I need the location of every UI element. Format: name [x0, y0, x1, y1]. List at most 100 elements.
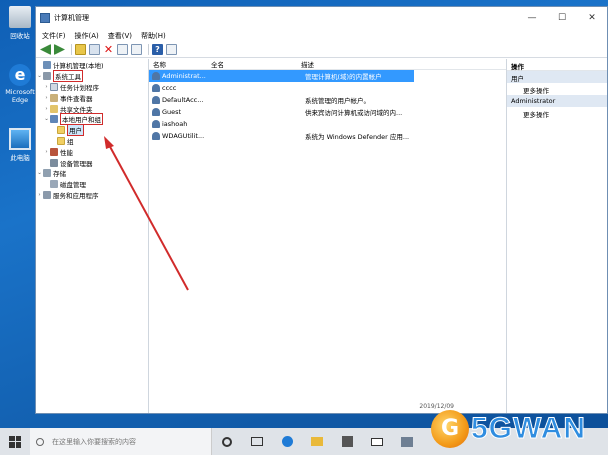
show-hide-tree-icon[interactable]: [89, 44, 100, 55]
cell-name: DefaultAcc...: [162, 96, 204, 104]
user-icon: [152, 108, 160, 116]
tree-label-services-apps: 服务和应用程序: [53, 191, 99, 200]
actions-section-administrator[interactable]: Administrator: [507, 95, 607, 107]
tree-label-task-scheduler: 任务计划程序: [60, 83, 99, 92]
properties-icon[interactable]: [117, 44, 128, 55]
tree-label-storage: 存储: [53, 170, 66, 179]
table-row[interactable]: Guest 供来宾访问计算机或访问域的内...: [149, 106, 506, 118]
table-row[interactable]: cccc: [149, 82, 506, 94]
tree-item-disk-management[interactable]: 磁盘管理: [36, 179, 148, 190]
tree-item-task-scheduler[interactable]: › 任务计划程序: [36, 82, 148, 93]
desktop-this-pc[interactable]: 此电脑: [4, 128, 36, 162]
system-tools-icon: [43, 72, 51, 81]
edge-label: Microsoft Edge: [5, 88, 35, 104]
toolbar-separator: [71, 44, 72, 55]
column-header-description[interactable]: 描述: [297, 59, 506, 69]
taskbar-search[interactable]: 在这里输入你要搜索的内容: [30, 428, 212, 455]
view-icon[interactable]: [166, 44, 177, 55]
tree-item-shared-folders[interactable]: › 共享文件夹: [36, 103, 148, 114]
watermark: G 5GWAN: [431, 406, 606, 452]
tree-item-services-apps[interactable]: › 服务和应用程序: [36, 190, 148, 201]
table-row[interactable]: DefaultAcc... 系统管理的用户帐户。: [149, 94, 506, 106]
event-viewer-icon: [50, 93, 58, 102]
menu-file[interactable]: 文件(F): [42, 31, 66, 41]
tree-label-groups: 组: [67, 137, 74, 146]
chevron-right-icon: ›: [45, 83, 48, 90]
user-list-pane: 名称 全名 描述 Administrat... 管理计算机(域)的内置帐户 cc…: [149, 59, 507, 413]
window-title: 计算机管理: [54, 14, 89, 22]
table-row[interactable]: iashoah: [149, 118, 506, 130]
column-header-name[interactable]: 名称: [149, 59, 207, 69]
column-header-full-name[interactable]: 全名: [207, 59, 297, 69]
table-row[interactable]: Administrat... 管理计算机(域)的内置帐户: [149, 70, 414, 82]
services-apps-icon: [43, 190, 51, 199]
menu-action[interactable]: 操作(A): [75, 31, 99, 41]
tree-item-local-users-groups[interactable]: ⌄ 本地用户和组: [36, 113, 148, 126]
computer-management-icon: [40, 13, 50, 23]
mail-taskbar-button[interactable]: [362, 428, 392, 455]
tree-item-system-tools[interactable]: ⌄ 系统工具: [36, 70, 148, 83]
mail-icon: [371, 437, 383, 446]
table-row[interactable]: WDAGUtilit... 系统为 Windows Defender 应用...: [149, 130, 506, 142]
chevron-down-icon: ⌄: [44, 116, 49, 123]
menu-help[interactable]: 帮助(H): [141, 31, 166, 41]
help-icon[interactable]: ?: [152, 44, 163, 55]
start-button[interactable]: [0, 428, 30, 455]
tree-item-device-manager[interactable]: 设备管理器: [36, 157, 148, 168]
cortana-button[interactable]: [212, 428, 242, 455]
title-bar[interactable]: 计算机管理 — ☐ ✕: [36, 7, 607, 29]
explorer-taskbar-button[interactable]: [302, 428, 332, 455]
more-actions-users[interactable]: 更多操作: [507, 83, 607, 95]
cell-name: iashoah: [162, 120, 188, 128]
user-icon: [152, 96, 160, 104]
close-button[interactable]: ✕: [577, 7, 607, 29]
tree-label-root: 计算机管理(本地): [53, 62, 104, 71]
task-scheduler-icon: [50, 82, 58, 91]
cell-name: cccc: [162, 84, 177, 92]
tree-item-event-viewer[interactable]: › 事件查看器: [36, 92, 148, 103]
export-list-icon[interactable]: [131, 44, 142, 55]
menu-view[interactable]: 查看(V): [108, 31, 132, 41]
computer-management-window: 计算机管理 — ☐ ✕ 文件(F) 操作(A) 查看(V) 帮助(H) ✕ ? …: [35, 6, 608, 414]
delete-icon[interactable]: ✕: [103, 44, 114, 55]
tree-item-storage[interactable]: ⌄ 存储: [36, 168, 148, 179]
actions-section-users[interactable]: 用户: [507, 71, 607, 83]
task-view-button[interactable]: [242, 428, 272, 455]
back-icon[interactable]: [40, 44, 51, 55]
users-groups-icon: [50, 115, 58, 124]
forward-icon[interactable]: [54, 44, 65, 55]
content-panes: 计算机管理(本地) ⌄ 系统工具 › 任务计划程序 › 事件查看器 › 共享文件…: [36, 59, 607, 413]
tree-label-users: 用户: [67, 124, 84, 137]
edge-taskbar-button[interactable]: [272, 428, 302, 455]
tree-item-users[interactable]: 用户: [36, 124, 148, 137]
cell-description: 系统管理的用户帐户。: [305, 97, 370, 105]
store-taskbar-button[interactable]: [332, 428, 362, 455]
desktop-recycle-bin[interactable]: 回收站: [4, 6, 36, 40]
recycle-bin-icon: [9, 6, 31, 28]
store-icon: [341, 436, 353, 447]
maximize-button[interactable]: ☐: [547, 7, 577, 29]
recycle-bin-label: 回收站: [10, 32, 30, 40]
menu-bar: 文件(F) 操作(A) 查看(V) 帮助(H): [36, 29, 607, 42]
computer-management-icon: [43, 61, 51, 70]
actions-pane: 操作 用户 更多操作 Administrator 更多操作: [507, 59, 607, 413]
cortana-icon: [222, 436, 232, 447]
windows-logo-icon: [9, 435, 21, 448]
desktop-edge[interactable]: e Microsoft Edge: [4, 64, 36, 104]
edge-icon: [281, 436, 293, 447]
chevron-down-icon: ⌄: [37, 73, 42, 80]
tree-item-root[interactable]: 计算机管理(本地): [36, 60, 148, 71]
chevron-right-icon: ›: [38, 191, 41, 198]
tree-item-groups[interactable]: 组: [36, 136, 148, 147]
computer-management-icon: [401, 436, 413, 447]
tree-label-device-manager: 设备管理器: [60, 159, 93, 168]
search-placeholder: 在这里输入你要搜索的内容: [52, 437, 136, 446]
cell-name: Administrat...: [162, 72, 206, 80]
more-actions-administrator[interactable]: 更多操作: [507, 107, 607, 119]
up-folder-icon[interactable]: [75, 44, 86, 55]
tree-item-performance[interactable]: › 性能: [36, 146, 148, 157]
chevron-right-icon: ›: [45, 148, 48, 155]
navigation-tree: 计算机管理(本地) ⌄ 系统工具 › 任务计划程序 › 事件查看器 › 共享文件…: [36, 59, 149, 413]
minimize-button[interactable]: —: [517, 7, 547, 29]
computer-management-taskbar-button[interactable]: [392, 428, 422, 455]
